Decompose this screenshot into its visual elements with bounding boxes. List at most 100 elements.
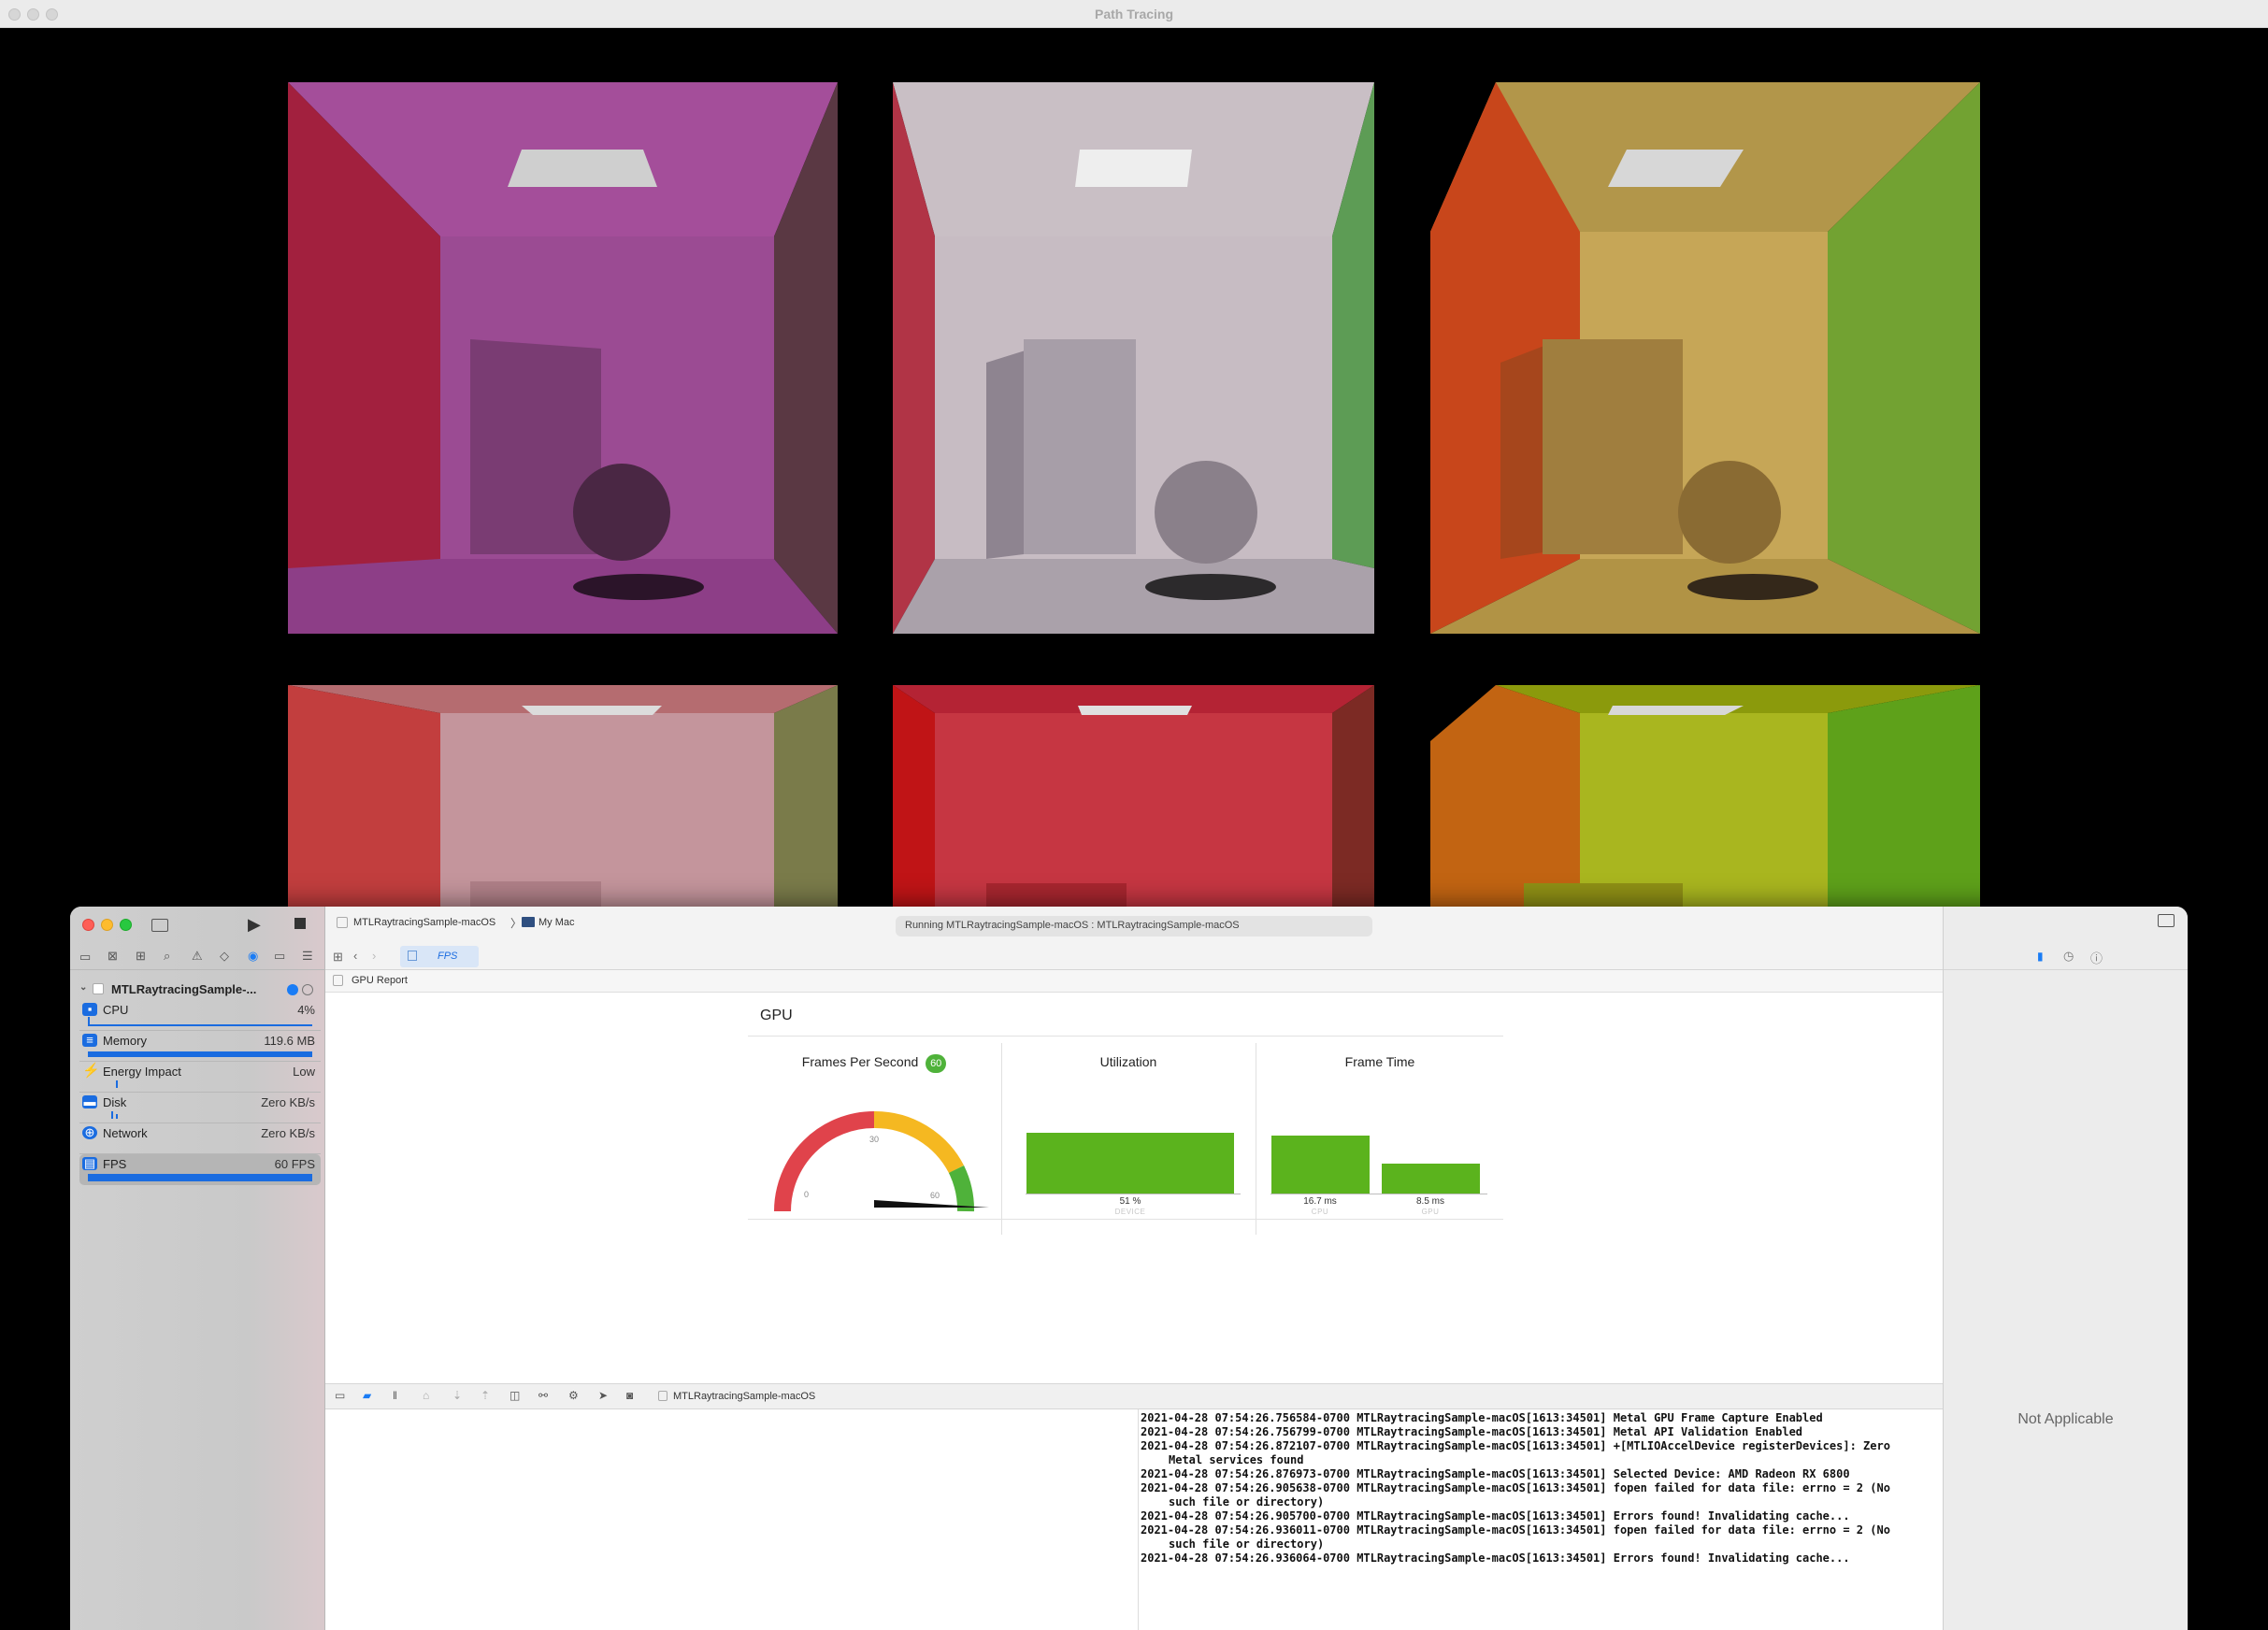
fps-sparkline: [88, 1174, 312, 1181]
gauge-high-arc: [948, 1165, 974, 1212]
step-into-icon[interactable]: ⇣: [452, 1390, 462, 1401]
test-icon[interactable]: ◇: [220, 950, 229, 962]
gauge-memory[interactable]: ≡ Memory 119.6 MB: [79, 1031, 321, 1062]
report-breadcrumb-bar: GPU Report: [325, 970, 1943, 993]
gauge-disk[interactable]: ▬ Disk Zero KB/s: [79, 1093, 321, 1123]
cpu-sparkline: [88, 1017, 312, 1026]
utilization-sub: DEVICE: [1114, 1208, 1146, 1216]
forward-icon[interactable]: ›: [372, 949, 376, 963]
pause-icon[interactable]: ‖: [393, 1390, 397, 1401]
cornell-box-pink: [288, 685, 838, 907]
gauge-value: Zero KB/s: [261, 1126, 315, 1140]
source-control-icon[interactable]: ⊠: [108, 950, 118, 962]
inspector-panel: ▮ ◷ ⓘ Not Applicable: [1943, 907, 2188, 1630]
grid-icon[interactable]: ⊞: [333, 950, 343, 965]
scheme-selector[interactable]: MTLRaytracingSample-macOS: [353, 917, 495, 928]
cornell-box-lime: [1430, 685, 1980, 907]
gauge-tick-60: 60: [930, 1191, 940, 1200]
view-debugger-icon[interactable]: ◫: [510, 1390, 520, 1401]
back-icon[interactable]: ‹: [353, 949, 357, 963]
utilization-value: 51 %: [1119, 1196, 1141, 1207]
sidebar-toggle-icon[interactable]: [151, 919, 168, 932]
console-line: 2021-04-28 07:54:26.936064-0700 MTLRaytr…: [1141, 1551, 1850, 1565]
gauge-label: Disk: [103, 1095, 127, 1109]
step-over-icon[interactable]: ⌂: [423, 1390, 429, 1401]
chevron-right-icon: 〉: [510, 917, 523, 930]
variables-view[interactable]: [325, 1409, 1139, 1630]
gauge-low-arc: [774, 1111, 875, 1212]
console-line: 2021-04-28 07:54:26.876973-0700 MTLRaytr…: [1141, 1467, 1850, 1480]
hide-debug-area-icon[interactable]: ▭: [335, 1390, 345, 1401]
folder-icon[interactable]: ▭: [79, 951, 91, 963]
console-line: 2021-04-28 07:54:26.936011-0700 MTLRaytr…: [1141, 1523, 1898, 1551]
stop-icon[interactable]: [294, 918, 306, 929]
gpu-frame-time-bar: [1382, 1164, 1480, 1194]
issue-icon[interactable]: ⚠: [192, 950, 203, 962]
destination-selector[interactable]: My Mac: [538, 917, 575, 928]
gauge-value: 119.6 MB: [264, 1034, 315, 1048]
utilization-bar: [1026, 1133, 1234, 1194]
zoom-window-button[interactable]: [120, 919, 132, 931]
process-row[interactable]: ⌄ MTLRaytracingSample-...: [79, 981, 321, 998]
mac-icon: [522, 917, 535, 927]
target-icon: [658, 1391, 667, 1401]
history-inspector-icon[interactable]: ◷: [2063, 949, 2074, 964]
breakpoints-toggle-icon[interactable]: ▰: [363, 1390, 371, 1401]
cpu-icon: ▪: [82, 1003, 97, 1016]
inspector-toggle-icon[interactable]: [2158, 914, 2175, 927]
inspector-divider: [1944, 969, 2188, 970]
not-applicable-label: Not Applicable: [2017, 1411, 2114, 1427]
cpu-frame-time-bar: [1271, 1136, 1370, 1194]
utilization-panel: Utilization 51 % DEVICE: [1002, 1043, 1255, 1230]
breakpoint-icon[interactable]: ▭: [274, 950, 285, 962]
report-icon[interactable]: ☰: [302, 950, 313, 962]
run-icon[interactable]: ▶: [248, 916, 261, 933]
cornell-box-red: [893, 685, 1443, 907]
minimize-window-button[interactable]: [101, 919, 113, 931]
debug-navigator-icon[interactable]: ◉: [248, 950, 258, 962]
disk-icon: ▬: [82, 1094, 97, 1108]
gauge-mid-arc: [873, 1110, 964, 1174]
fps-icon: ▤: [82, 1156, 97, 1170]
gpu-frame-time-value: 8.5 ms: [1415, 1196, 1444, 1207]
cpu-frame-time-value: 16.7 ms: [1303, 1196, 1337, 1207]
energy-sparkline: [116, 1080, 118, 1088]
close-window-button[interactable]: [82, 919, 94, 931]
fps-panel: Frames Per Second 60 0 30 60: [748, 1043, 1000, 1230]
camera-icon[interactable]: ◙: [626, 1390, 633, 1401]
console-line: 2021-04-28 07:54:26.905700-0700 MTLRaytr…: [1141, 1509, 1850, 1523]
gauge-energy[interactable]: ⚡ Energy Impact Low: [79, 1062, 321, 1093]
editor-area: MTLRaytracingSample-macOS 〉 My Mac Runni…: [325, 907, 2003, 1630]
disclosure-icon[interactable]: ⌄: [79, 982, 87, 993]
step-out-icon[interactable]: ⇡: [481, 1390, 490, 1401]
gauge-label: FPS: [103, 1157, 127, 1171]
tab-fps[interactable]: FPS: [400, 946, 479, 967]
energy-icon: ⚡: [82, 1063, 100, 1079]
console-output[interactable]: 2021-04-28 07:54:26.756584-0700 MTLRaytr…: [1141, 1411, 1916, 1566]
help-inspector-icon[interactable]: ⓘ: [2090, 949, 2103, 966]
fps-tab-icon: [408, 951, 417, 961]
utilization-title: Utilization: [1099, 1054, 1157, 1069]
file-inspector-icon[interactable]: ▮: [2037, 950, 2044, 963]
report-breadcrumb[interactable]: GPU Report: [352, 975, 408, 986]
gpu-report-icon: [333, 975, 343, 986]
pause-status-icon: [287, 984, 298, 995]
network-icon: ⊕: [82, 1126, 97, 1139]
debug-target[interactable]: MTLRaytracingSample-macOS: [673, 1391, 815, 1402]
memory-graph-icon[interactable]: ⚯: [538, 1390, 548, 1401]
console-area: 2021-04-28 07:54:26.756584-0700 MTLRaytr…: [325, 1409, 2000, 1630]
gauge-network[interactable]: ⊕ Network Zero KB/s: [79, 1123, 321, 1154]
thread-status-icon: [302, 984, 313, 995]
gauge-fps[interactable]: ▤ FPS 60 FPS: [79, 1154, 321, 1185]
location-icon[interactable]: ➤: [598, 1390, 608, 1401]
search-icon[interactable]: ⌕: [164, 950, 170, 962]
gpu-frame-time-sub: GPU: [1421, 1208, 1440, 1216]
gpu-report: GPU Frames Per Second 60 0 30 60 Utiliza…: [325, 994, 2000, 1367]
gauge-cpu[interactable]: ▪ CPU 4%: [79, 1000, 321, 1031]
symbol-icon[interactable]: ⊞: [136, 950, 146, 962]
cornell-box-yellow: [1430, 82, 1980, 634]
debug-navigator: ▶ ▭ ⊠ ⊞ ⌕ ⚠ ◇ ◉ ▭ ☰ ⌄ MTLRaytracingSampl…: [70, 907, 325, 1630]
debug-bar: ▭ ▰ ‖ ⌂ ⇣ ⇡ ◫ ⚯ ⚙ ➤ ◙ MTLRaytracingSampl…: [325, 1383, 1943, 1409]
activity-status: Running MTLRaytracingSample-macOS : MTLR…: [896, 916, 1372, 937]
environment-icon[interactable]: ⚙: [568, 1390, 579, 1401]
